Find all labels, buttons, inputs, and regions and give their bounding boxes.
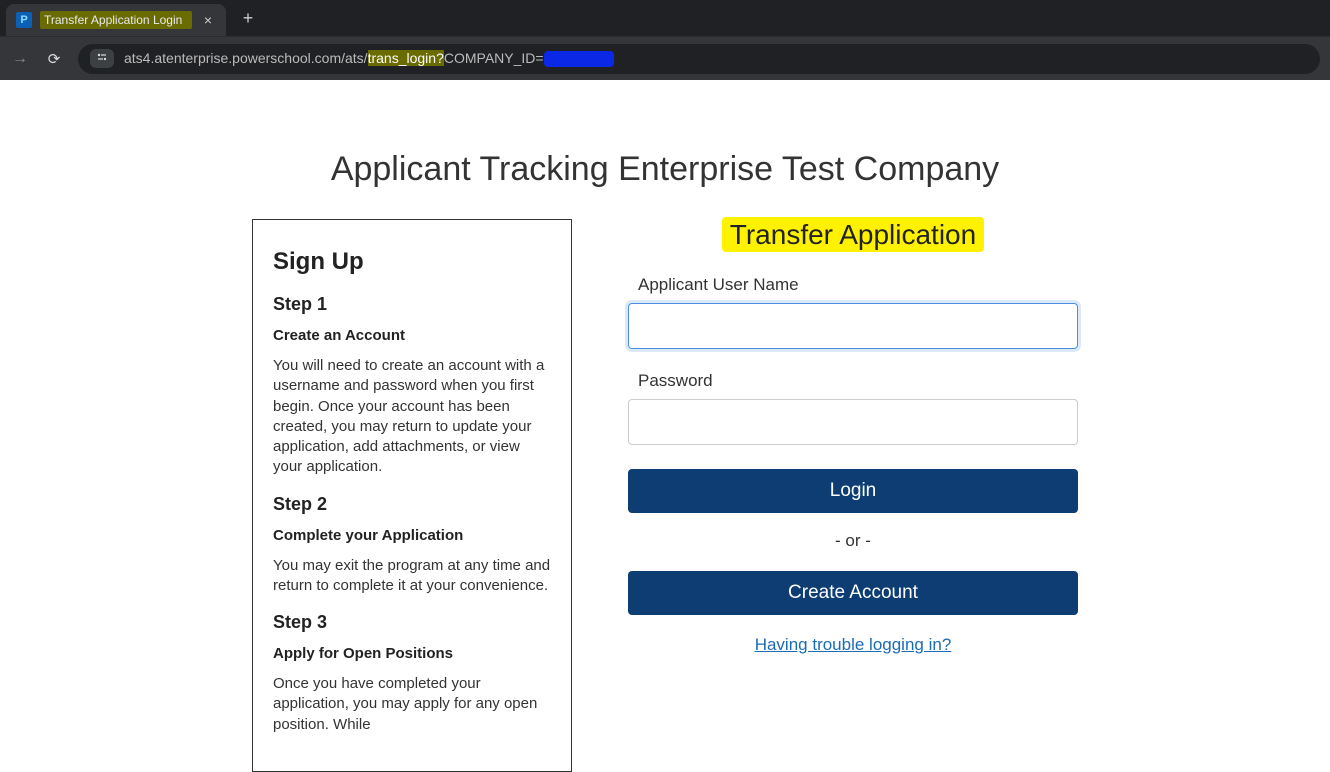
favicon-icon: P [16, 12, 32, 28]
step-subtitle: Create an Account [273, 327, 551, 344]
transfer-heading: Transfer Application [628, 219, 1078, 251]
username-label: Applicant User Name [638, 275, 1078, 295]
password-label: Password [638, 371, 1078, 391]
signup-box: Sign Up Step 1 Create an Account You wil… [252, 219, 572, 772]
content-row: Sign Up Step 1 Create an Account You wil… [252, 219, 1078, 772]
step-body: Once you have completed your application… [273, 674, 551, 735]
signup-heading: Sign Up [273, 248, 551, 276]
browser-tab[interactable]: P Transfer Application Login × [6, 4, 226, 36]
url-text: ats4.atenterprise.powerschool.com/ats/tr… [124, 50, 614, 67]
step-body: You may exit the program at any time and… [273, 556, 551, 597]
redacted-segment [544, 51, 614, 67]
url-box[interactable]: ats4.atenterprise.powerschool.com/ats/tr… [78, 44, 1320, 74]
create-account-button[interactable]: Create Account [628, 571, 1078, 615]
step-subtitle: Complete your Application [273, 527, 551, 544]
close-tab-icon[interactable]: × [200, 12, 216, 28]
address-bar: → ⟳ ats4.atenterprise.powerschool.com/at… [0, 36, 1330, 80]
site-settings-icon[interactable] [90, 49, 114, 68]
or-separator: - or - [628, 531, 1078, 551]
signup-step: Step 3 Apply for Open Positions Once you… [273, 612, 551, 735]
login-column: Transfer Application Applicant User Name… [628, 219, 1078, 655]
company-title: Applicant Tracking Enterprise Test Compa… [331, 150, 999, 189]
tab-bar: P Transfer Application Login × + [0, 0, 1330, 36]
tab-title: Transfer Application Login [40, 11, 192, 29]
username-input[interactable] [628, 303, 1078, 349]
step-subtitle: Apply for Open Positions [273, 645, 551, 662]
step-body: You will need to create an account with … [273, 356, 551, 478]
help-link[interactable]: Having trouble logging in? [628, 635, 1078, 655]
step-title: Step 2 [273, 494, 551, 515]
signup-step: Step 1 Create an Account You will need t… [273, 294, 551, 478]
step-title: Step 1 [273, 294, 551, 315]
login-button[interactable]: Login [628, 469, 1078, 513]
page-content: Applicant Tracking Enterprise Test Compa… [0, 80, 1330, 772]
password-input[interactable] [628, 399, 1078, 445]
browser-chrome: P Transfer Application Login × + → ⟳ ats… [0, 0, 1330, 80]
signup-step: Step 2 Complete your Application You may… [273, 494, 551, 597]
step-title: Step 3 [273, 612, 551, 633]
forward-icon[interactable]: → [10, 50, 30, 68]
reload-icon[interactable]: ⟳ [44, 50, 64, 68]
new-tab-button[interactable]: + [236, 8, 260, 29]
